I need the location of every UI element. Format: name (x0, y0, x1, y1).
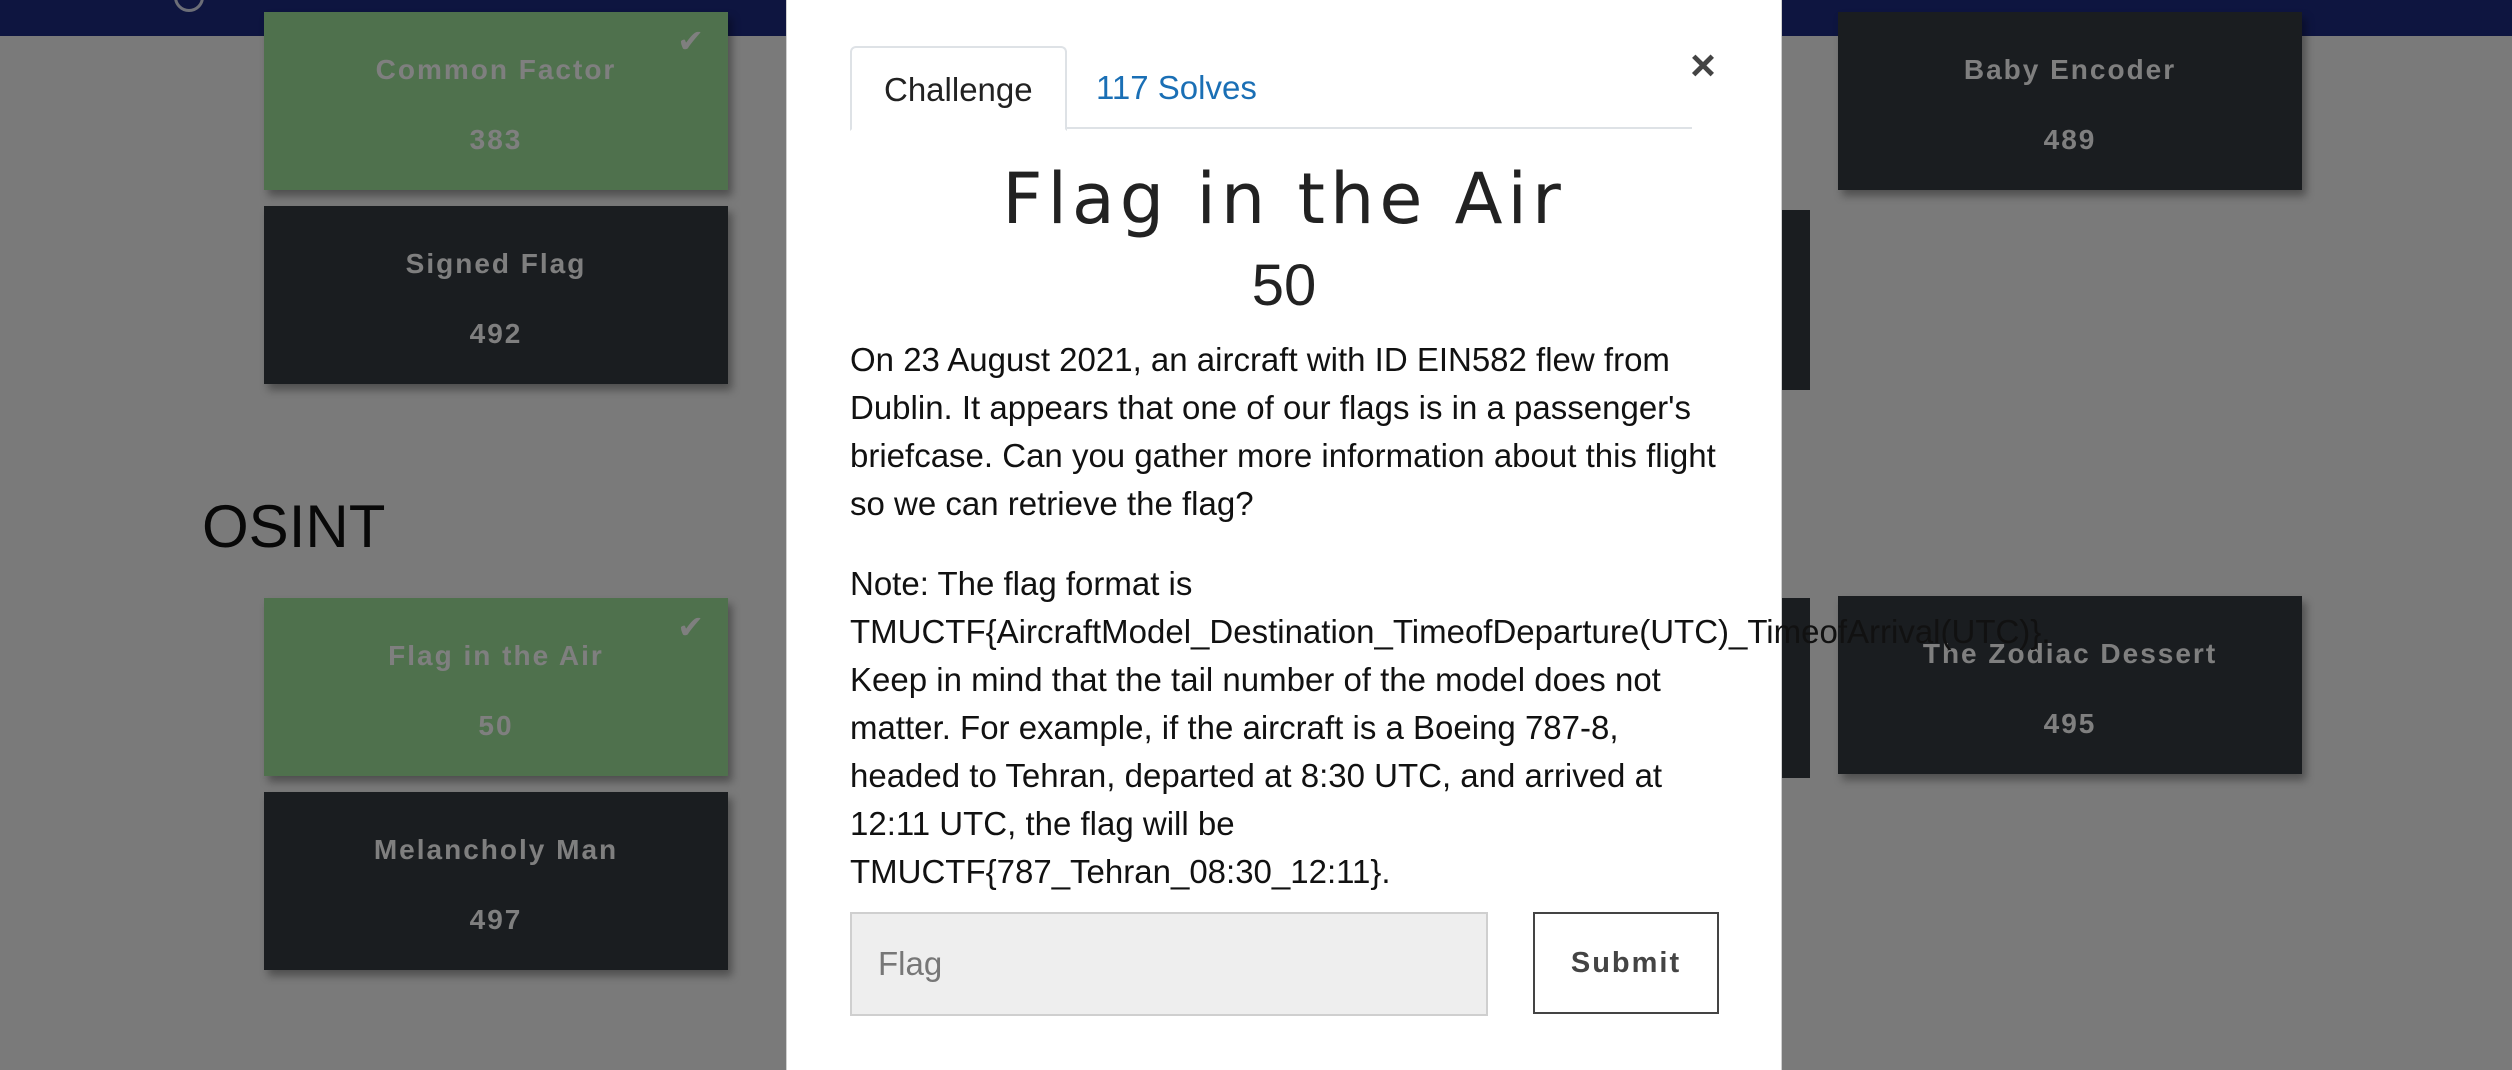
submit-button[interactable]: Submit (1533, 912, 1719, 1014)
challenge-value: 50 (1251, 253, 1317, 318)
modal-tabs: Challenge 117 Solves (850, 46, 1692, 131)
challenge-modal: Challenge 117 Solves × Flag in the Air 5… (786, 0, 2051, 1070)
flag-input[interactable] (850, 912, 1488, 1016)
challenge-name: Flag in the Air (1002, 158, 1566, 240)
close-icon[interactable]: × (1685, 44, 1721, 88)
challenge-note: Note: The flag format is TMUCTF{Aircraft… (850, 565, 2051, 890)
tab-solves[interactable]: 117 Solves (1064, 46, 1289, 129)
challenge-description: On 23 August 2021, an aircraft with ID E… (850, 341, 1716, 522)
tab-challenge[interactable]: Challenge (850, 46, 1067, 131)
